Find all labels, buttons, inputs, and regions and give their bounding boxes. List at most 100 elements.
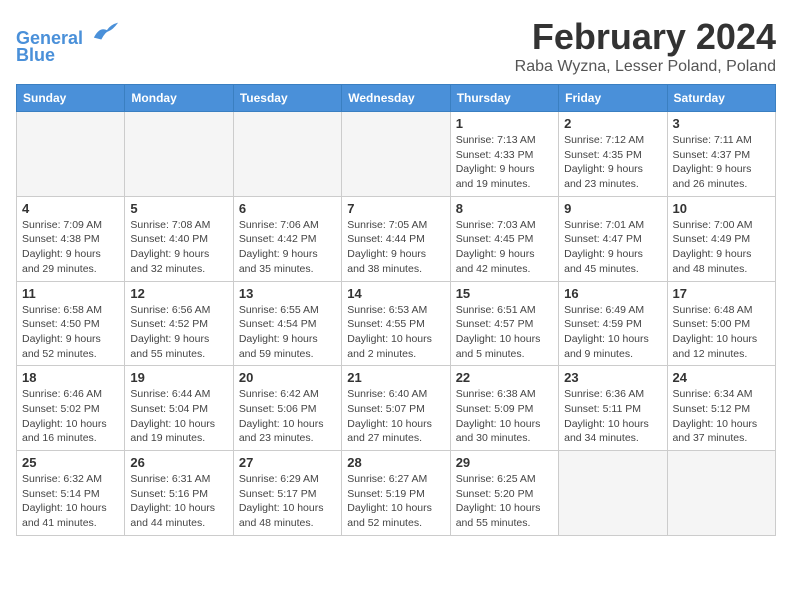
weekday-header-thursday: Thursday	[450, 85, 558, 112]
calendar-week-row: 25 Sunrise: 6:32 AM Sunset: 5:14 PM Dayli…	[17, 451, 776, 536]
day-number: 25	[22, 455, 119, 470]
calendar-cell: 24 Sunrise: 6:34 AM Sunset: 5:12 PM Dayli…	[667, 366, 775, 451]
day-number: 27	[239, 455, 336, 470]
day-info: Sunrise: 7:05 AM Sunset: 4:44 PM Dayligh…	[347, 218, 444, 277]
day-info: Sunrise: 6:49 AM Sunset: 4:59 PM Dayligh…	[564, 303, 661, 362]
day-number: 28	[347, 455, 444, 470]
day-number: 14	[347, 286, 444, 301]
calendar-cell: 25 Sunrise: 6:32 AM Sunset: 5:14 PM Dayli…	[17, 451, 125, 536]
day-info: Sunrise: 7:12 AM Sunset: 4:35 PM Dayligh…	[564, 133, 661, 192]
calendar-cell: 29 Sunrise: 6:25 AM Sunset: 5:20 PM Dayli…	[450, 451, 558, 536]
calendar-table: SundayMondayTuesdayWednesdayThursdayFrid…	[16, 84, 776, 536]
day-info: Sunrise: 6:56 AM Sunset: 4:52 PM Dayligh…	[130, 303, 227, 362]
day-info: Sunrise: 7:03 AM Sunset: 4:45 PM Dayligh…	[456, 218, 553, 277]
day-info: Sunrise: 6:40 AM Sunset: 5:07 PM Dayligh…	[347, 387, 444, 446]
calendar-cell: 22Sunrise: 6:38 AM Sunset: 5:09 PM Dayli…	[450, 366, 558, 451]
day-info: Sunrise: 6:27 AM Sunset: 5:19 PM Dayligh…	[347, 472, 444, 531]
day-number: 1	[456, 116, 553, 131]
calendar-cell: 14 Sunrise: 6:53 AM Sunset: 4:55 PM Dayli…	[342, 281, 450, 366]
weekday-header-saturday: Saturday	[667, 85, 775, 112]
day-info: Sunrise: 7:11 AM Sunset: 4:37 PM Dayligh…	[673, 133, 770, 192]
calendar-week-row: 4 Sunrise: 7:09 AM Sunset: 4:38 PM Daylig…	[17, 196, 776, 281]
day-number: 4	[22, 201, 119, 216]
calendar-week-row: 18 Sunrise: 6:46 AM Sunset: 5:02 PM Dayli…	[17, 366, 776, 451]
day-info: Sunrise: 6:29 AM Sunset: 5:17 PM Dayligh…	[239, 472, 336, 531]
day-number: 9	[564, 201, 661, 216]
day-number: 5	[130, 201, 227, 216]
calendar-cell: 7 Sunrise: 7:05 AM Sunset: 4:44 PM Daylig…	[342, 196, 450, 281]
calendar-cell: 23Sunrise: 6:36 AM Sunset: 5:11 PM Dayli…	[559, 366, 667, 451]
day-info: Sunrise: 6:51 AM Sunset: 4:57 PM Dayligh…	[456, 303, 553, 362]
weekday-header-sunday: Sunday	[17, 85, 125, 112]
calendar-cell: 9 Sunrise: 7:01 AM Sunset: 4:47 PM Daylig…	[559, 196, 667, 281]
weekday-header-friday: Friday	[559, 85, 667, 112]
day-number: 18	[22, 370, 119, 385]
day-info: Sunrise: 7:01 AM Sunset: 4:47 PM Dayligh…	[564, 218, 661, 277]
day-number: 16	[564, 286, 661, 301]
day-info: Sunrise: 6:32 AM Sunset: 5:14 PM Dayligh…	[22, 472, 119, 531]
calendar-cell	[125, 112, 233, 197]
day-number: 11	[22, 286, 119, 301]
calendar-cell: 20 Sunrise: 6:42 AM Sunset: 5:06 PM Dayli…	[233, 366, 341, 451]
day-info: Sunrise: 6:46 AM Sunset: 5:02 PM Dayligh…	[22, 387, 119, 446]
calendar-cell: 17Sunrise: 6:48 AM Sunset: 5:00 PM Dayli…	[667, 281, 775, 366]
calendar-cell: 12Sunrise: 6:56 AM Sunset: 4:52 PM Dayli…	[125, 281, 233, 366]
calendar-cell: 28 Sunrise: 6:27 AM Sunset: 5:19 PM Dayli…	[342, 451, 450, 536]
weekday-header-row: SundayMondayTuesdayWednesdayThursdayFrid…	[17, 85, 776, 112]
calendar-cell	[342, 112, 450, 197]
day-info: Sunrise: 6:55 AM Sunset: 4:54 PM Dayligh…	[239, 303, 336, 362]
calendar-week-row: 1 Sunrise: 7:13 AM Sunset: 4:33 PM Daylig…	[17, 112, 776, 197]
day-info: Sunrise: 7:13 AM Sunset: 4:33 PM Dayligh…	[456, 133, 553, 192]
day-number: 13	[239, 286, 336, 301]
weekday-header-tuesday: Tuesday	[233, 85, 341, 112]
calendar-week-row: 11 Sunrise: 6:58 AM Sunset: 4:50 PM Dayli…	[17, 281, 776, 366]
day-info: Sunrise: 6:34 AM Sunset: 5:12 PM Dayligh…	[673, 387, 770, 446]
calendar-cell: 1 Sunrise: 7:13 AM Sunset: 4:33 PM Daylig…	[450, 112, 558, 197]
day-number: 21	[347, 370, 444, 385]
day-info: Sunrise: 6:31 AM Sunset: 5:16 PM Dayligh…	[130, 472, 227, 531]
day-number: 7	[347, 201, 444, 216]
day-info: Sunrise: 7:00 AM Sunset: 4:49 PM Dayligh…	[673, 218, 770, 277]
location-title: Raba Wyzna, Lesser Poland, Poland	[515, 58, 776, 76]
calendar-cell	[559, 451, 667, 536]
day-number: 15	[456, 286, 553, 301]
day-number: 29	[456, 455, 553, 470]
calendar-cell	[233, 112, 341, 197]
month-title: February 2024	[515, 16, 776, 58]
calendar-cell: 16 Sunrise: 6:49 AM Sunset: 4:59 PM Dayli…	[559, 281, 667, 366]
calendar-cell: 11 Sunrise: 6:58 AM Sunset: 4:50 PM Dayli…	[17, 281, 125, 366]
calendar-cell: 2 Sunrise: 7:12 AM Sunset: 4:35 PM Daylig…	[559, 112, 667, 197]
day-info: Sunrise: 6:42 AM Sunset: 5:06 PM Dayligh…	[239, 387, 336, 446]
day-number: 8	[456, 201, 553, 216]
day-info: Sunrise: 6:44 AM Sunset: 5:04 PM Dayligh…	[130, 387, 227, 446]
day-number: 3	[673, 116, 770, 131]
day-info: Sunrise: 7:08 AM Sunset: 4:40 PM Dayligh…	[130, 218, 227, 277]
weekday-header-monday: Monday	[125, 85, 233, 112]
calendar-cell: 15 Sunrise: 6:51 AM Sunset: 4:57 PM Dayli…	[450, 281, 558, 366]
day-number: 17	[673, 286, 770, 301]
weekday-header-wednesday: Wednesday	[342, 85, 450, 112]
day-number: 26	[130, 455, 227, 470]
calendar-cell: 3 Sunrise: 7:11 AM Sunset: 4:37 PM Daylig…	[667, 112, 775, 197]
calendar-cell: 5 Sunrise: 7:08 AM Sunset: 4:40 PM Daylig…	[125, 196, 233, 281]
calendar-cell: 19 Sunrise: 6:44 AM Sunset: 5:04 PM Dayli…	[125, 366, 233, 451]
day-info: Sunrise: 7:06 AM Sunset: 4:42 PM Dayligh…	[239, 218, 336, 277]
day-info: Sunrise: 6:53 AM Sunset: 4:55 PM Dayligh…	[347, 303, 444, 362]
logo: General Blue	[16, 20, 120, 66]
day-number: 10	[673, 201, 770, 216]
day-number: 23	[564, 370, 661, 385]
day-number: 2	[564, 116, 661, 131]
calendar-cell: 8 Sunrise: 7:03 AM Sunset: 4:45 PM Daylig…	[450, 196, 558, 281]
day-number: 24	[673, 370, 770, 385]
calendar-cell: 10 Sunrise: 7:00 AM Sunset: 4:49 PM Dayli…	[667, 196, 775, 281]
title-block: February 2024 Raba Wyzna, Lesser Poland,…	[515, 16, 776, 76]
day-info: Sunrise: 6:25 AM Sunset: 5:20 PM Dayligh…	[456, 472, 553, 531]
calendar-cell	[667, 451, 775, 536]
day-info: Sunrise: 6:58 AM Sunset: 4:50 PM Dayligh…	[22, 303, 119, 362]
day-number: 22	[456, 370, 553, 385]
calendar-cell: 4 Sunrise: 7:09 AM Sunset: 4:38 PM Daylig…	[17, 196, 125, 281]
day-number: 20	[239, 370, 336, 385]
day-info: Sunrise: 7:09 AM Sunset: 4:38 PM Dayligh…	[22, 218, 119, 277]
day-number: 19	[130, 370, 227, 385]
calendar-cell: 18 Sunrise: 6:46 AM Sunset: 5:02 PM Dayli…	[17, 366, 125, 451]
